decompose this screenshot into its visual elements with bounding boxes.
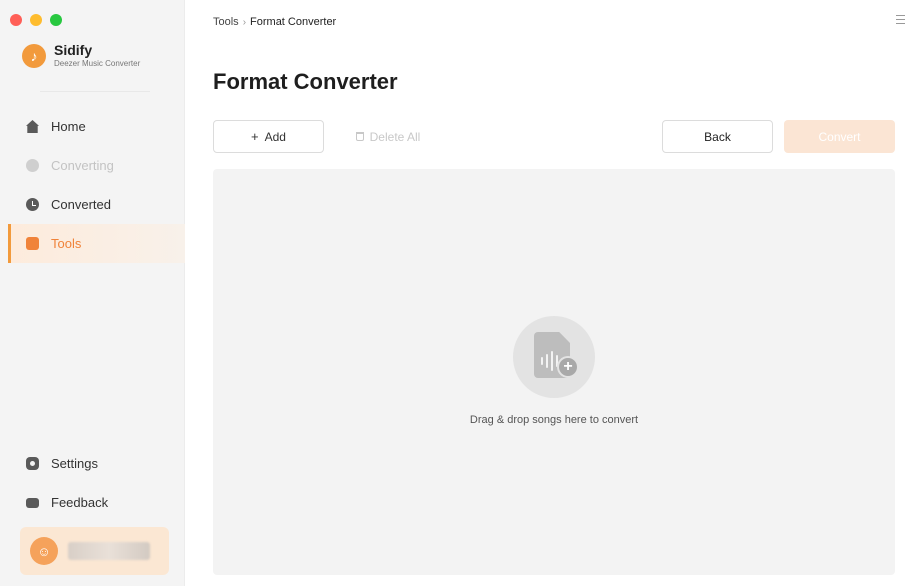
brand: ♪ Sidify Deezer Music Converter <box>22 42 140 70</box>
plus-circle-icon: + <box>557 356 579 378</box>
sidebar-item-label: Converted <box>51 197 111 212</box>
sidebar-item-label: Converting <box>51 158 114 173</box>
page-title: Format Converter <box>213 69 398 94</box>
menu-icon[interactable] <box>896 15 905 24</box>
add-button-label: Add <box>264 129 286 144</box>
sidebar-item-converting[interactable]: Converting <box>0 146 185 185</box>
mail-icon <box>26 497 39 508</box>
breadcrumb-current: Format Converter <box>250 16 337 28</box>
sidebar-item-feedback[interactable]: Feedback <box>0 483 185 522</box>
add-button[interactable]: + Add <box>213 120 324 153</box>
sidebar-item-label: Home <box>51 119 86 134</box>
breadcrumb: Tools › Format Converter <box>213 16 336 28</box>
sidebar-bottom-nav: Settings Feedback <box>0 444 185 522</box>
user-icon: ☺ <box>30 537 58 565</box>
divider <box>40 91 150 92</box>
back-button-label: Back <box>704 129 731 144</box>
back-button[interactable]: Back <box>662 120 773 153</box>
sidebar-item-home[interactable]: Home <box>0 107 185 146</box>
close-window-button[interactable] <box>10 14 22 26</box>
convert-button[interactable]: Convert <box>784 120 895 153</box>
sidebar-item-tools[interactable]: Tools <box>8 224 185 263</box>
breadcrumb-parent[interactable]: Tools <box>213 16 239 28</box>
sidebar-item-label: Tools <box>51 236 82 251</box>
plus-icon: + <box>251 129 259 144</box>
drop-zone[interactable]: + Drag & drop songs here to convert <box>213 169 895 575</box>
maximize-window-button[interactable] <box>50 14 62 26</box>
app-window: ♪ Sidify Deezer Music Converter Home Con… <box>0 0 909 586</box>
redacted-account-name <box>68 542 150 560</box>
sidebar-item-converted[interactable]: Converted <box>0 185 185 224</box>
sidebar-item-settings[interactable]: Settings <box>0 444 185 483</box>
sidebar: ♪ Sidify Deezer Music Converter Home Con… <box>0 0 185 586</box>
home-icon <box>26 120 39 133</box>
converting-icon <box>26 159 39 172</box>
sidebar-item-label: Settings <box>51 456 98 471</box>
toolbox-icon <box>26 237 39 250</box>
trash-icon <box>355 132 364 141</box>
clock-icon <box>26 198 39 211</box>
minimize-window-button[interactable] <box>30 14 42 26</box>
app-name: Sidify <box>54 42 93 58</box>
app-subtitle: Deezer Music Converter <box>54 59 141 68</box>
add-audio-file-icon: + <box>513 316 595 398</box>
window-controls <box>10 14 62 26</box>
delete-all-label: Delete All <box>369 129 421 144</box>
account-card[interactable]: ☺ <box>20 527 169 575</box>
music-note-logo-icon: ♪ <box>22 44 46 68</box>
gear-icon <box>26 457 39 470</box>
main-panel: Tools › Format Converter Format Converte… <box>185 0 909 586</box>
sidebar-item-label: Feedback <box>51 495 109 510</box>
convert-button-label: Convert <box>818 129 861 144</box>
sidebar-nav: Home Converting Converted Tools <box>0 107 185 263</box>
delete-all-button[interactable]: Delete All <box>353 120 423 153</box>
breadcrumb-separator: › <box>242 16 247 28</box>
drop-zone-hint: Drag & drop songs here to convert <box>469 414 639 426</box>
